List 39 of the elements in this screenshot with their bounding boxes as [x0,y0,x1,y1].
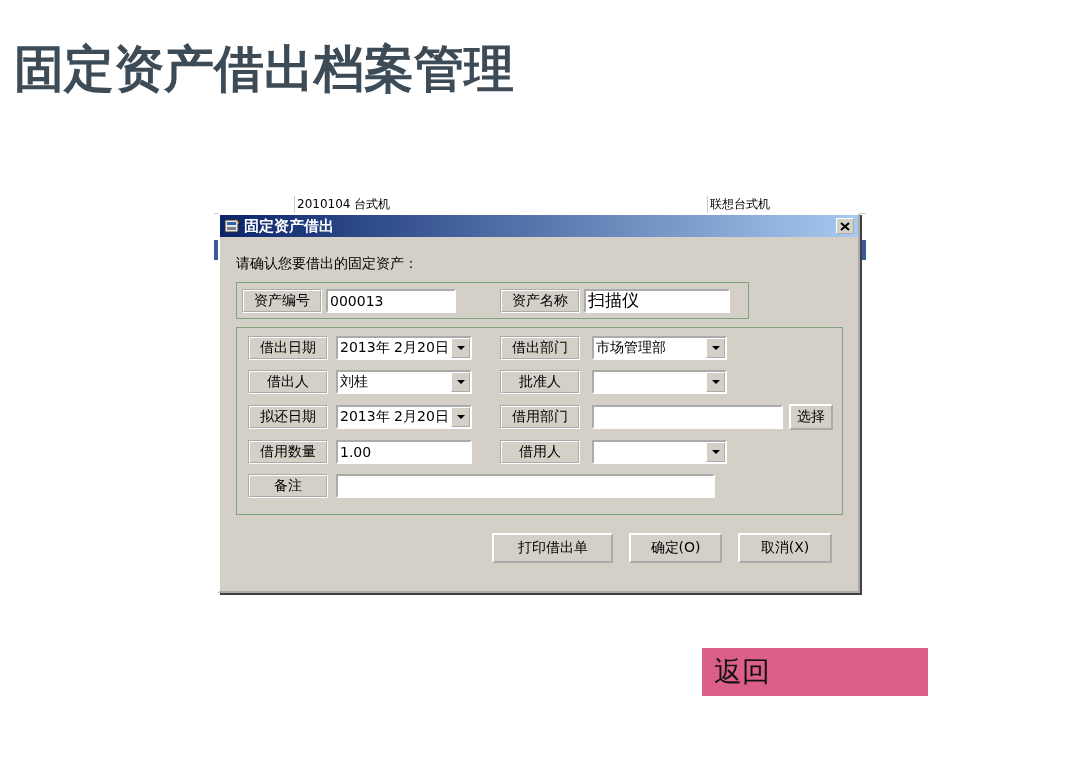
field-label: 备注 [248,474,328,498]
dropdown-field[interactable] [592,440,727,464]
field-label: 资产编号 [242,288,322,313]
caret-icon [456,379,465,385]
field-label: 借用人 [500,440,580,464]
input-field[interactable] [592,405,783,429]
field-label: 借出部门 [500,336,580,360]
slide-title: 固定资产借出档案管理 [14,39,514,100]
field-label: 借用数量 [248,440,328,464]
field-label: 借出人 [248,370,328,394]
close-icon [840,221,850,231]
close-button[interactable] [836,218,854,234]
caret-icon [456,345,465,351]
field-label: 借出日期 [248,336,328,360]
caret-icon [711,449,720,455]
caret-icon [711,345,720,351]
window-title: 固定资产借出 [244,216,335,236]
caret-icon [456,414,465,420]
field-label: 批准人 [500,370,580,394]
dropdown-field[interactable]: 市场管理部 [592,336,727,360]
dropdown-field[interactable]: 2013年 2月20日 [336,336,472,360]
input-field[interactable]: 1.00 [336,440,472,464]
input-field[interactable] [336,474,715,498]
field-label: 资产名称 [500,288,580,313]
field-label: 拟还日期 [248,405,328,429]
dropdown-field[interactable]: 2013年 2月20日 [336,405,472,429]
select-button[interactable]: 选择 [789,404,833,430]
app-icon [224,218,240,234]
dialog-button[interactable]: 取消(X) [738,533,832,563]
dropdown-field[interactable]: 刘桂 [336,370,472,394]
back-button[interactable]: 返回 [702,648,928,696]
caret-icon [711,379,720,385]
input-field[interactable]: 扫描仪 [584,288,730,313]
dialog-button[interactable]: 打印借出单 [492,533,613,563]
dialog-button[interactable]: 确定(O) [629,533,722,563]
input-field[interactable]: 000013 [326,288,456,313]
prompt-text: 请确认您要借出的固定资产： [236,255,419,273]
dropdown-field[interactable] [592,370,727,394]
field-label: 借用部门 [500,405,580,429]
